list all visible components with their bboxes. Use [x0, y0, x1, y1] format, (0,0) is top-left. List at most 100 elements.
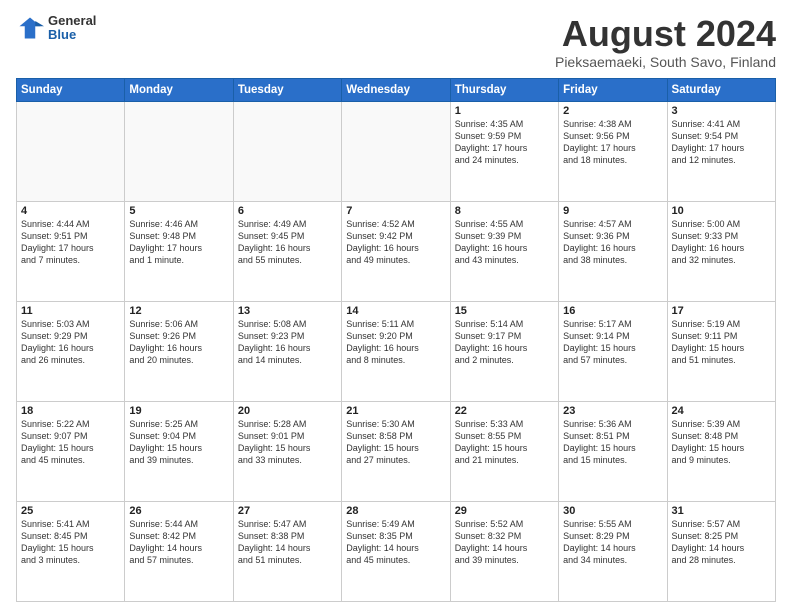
day-info: Sunrise: 5:11 AM Sunset: 9:20 PM Dayligh…: [346, 318, 445, 367]
day-info: Sunrise: 4:46 AM Sunset: 9:48 PM Dayligh…: [129, 218, 228, 267]
header-sunday: Sunday: [17, 78, 125, 101]
day-number: 1: [455, 105, 554, 117]
day-number: 9: [563, 205, 662, 217]
day-info: Sunrise: 5:39 AM Sunset: 8:48 PM Dayligh…: [672, 418, 771, 467]
day-info: Sunrise: 4:38 AM Sunset: 9:56 PM Dayligh…: [563, 118, 662, 167]
table-cell: 8Sunrise: 4:55 AM Sunset: 9:39 PM Daylig…: [450, 201, 558, 301]
logo-icon: [16, 14, 44, 42]
day-info: Sunrise: 4:55 AM Sunset: 9:39 PM Dayligh…: [455, 218, 554, 267]
day-info: Sunrise: 5:17 AM Sunset: 9:14 PM Dayligh…: [563, 318, 662, 367]
table-cell: 7Sunrise: 4:52 AM Sunset: 9:42 PM Daylig…: [342, 201, 450, 301]
table-cell: 23Sunrise: 5:36 AM Sunset: 8:51 PM Dayli…: [559, 401, 667, 501]
day-number: 24: [672, 405, 771, 417]
table-cell: [17, 101, 125, 201]
day-info: Sunrise: 5:33 AM Sunset: 8:55 PM Dayligh…: [455, 418, 554, 467]
day-info: Sunrise: 5:00 AM Sunset: 9:33 PM Dayligh…: [672, 218, 771, 267]
header-saturday: Saturday: [667, 78, 775, 101]
table-cell: 2Sunrise: 4:38 AM Sunset: 9:56 PM Daylig…: [559, 101, 667, 201]
table-cell: 20Sunrise: 5:28 AM Sunset: 9:01 PM Dayli…: [233, 401, 341, 501]
day-number: 5: [129, 205, 228, 217]
table-cell: 30Sunrise: 5:55 AM Sunset: 8:29 PM Dayli…: [559, 501, 667, 601]
day-info: Sunrise: 5:03 AM Sunset: 9:29 PM Dayligh…: [21, 318, 120, 367]
week-row-2: 4Sunrise: 4:44 AM Sunset: 9:51 PM Daylig…: [17, 201, 776, 301]
logo-text: General Blue: [48, 14, 96, 43]
table-cell: 13Sunrise: 5:08 AM Sunset: 9:23 PM Dayli…: [233, 301, 341, 401]
title-block: August 2024 Pieksaemaeki, South Savo, Fi…: [555, 14, 776, 70]
week-row-1: 1Sunrise: 4:35 AM Sunset: 9:59 PM Daylig…: [17, 101, 776, 201]
header-friday: Friday: [559, 78, 667, 101]
day-info: Sunrise: 5:25 AM Sunset: 9:04 PM Dayligh…: [129, 418, 228, 467]
day-number: 13: [238, 305, 337, 317]
day-number: 22: [455, 405, 554, 417]
header-wednesday: Wednesday: [342, 78, 450, 101]
day-info: Sunrise: 4:41 AM Sunset: 9:54 PM Dayligh…: [672, 118, 771, 167]
table-cell: 21Sunrise: 5:30 AM Sunset: 8:58 PM Dayli…: [342, 401, 450, 501]
table-cell: 16Sunrise: 5:17 AM Sunset: 9:14 PM Dayli…: [559, 301, 667, 401]
table-cell: 24Sunrise: 5:39 AM Sunset: 8:48 PM Dayli…: [667, 401, 775, 501]
subtitle: Pieksaemaeki, South Savo, Finland: [555, 54, 776, 70]
table-cell: 4Sunrise: 4:44 AM Sunset: 9:51 PM Daylig…: [17, 201, 125, 301]
day-number: 28: [346, 505, 445, 517]
day-info: Sunrise: 4:52 AM Sunset: 9:42 PM Dayligh…: [346, 218, 445, 267]
day-number: 26: [129, 505, 228, 517]
table-cell: 3Sunrise: 4:41 AM Sunset: 9:54 PM Daylig…: [667, 101, 775, 201]
calendar-header: SundayMondayTuesdayWednesdayThursdayFrid…: [17, 78, 776, 101]
day-number: 7: [346, 205, 445, 217]
day-info: Sunrise: 5:47 AM Sunset: 8:38 PM Dayligh…: [238, 518, 337, 567]
table-cell: 12Sunrise: 5:06 AM Sunset: 9:26 PM Dayli…: [125, 301, 233, 401]
table-cell: [125, 101, 233, 201]
day-number: 12: [129, 305, 228, 317]
day-info: Sunrise: 5:06 AM Sunset: 9:26 PM Dayligh…: [129, 318, 228, 367]
table-cell: [233, 101, 341, 201]
day-info: Sunrise: 5:30 AM Sunset: 8:58 PM Dayligh…: [346, 418, 445, 467]
day-info: Sunrise: 4:44 AM Sunset: 9:51 PM Dayligh…: [21, 218, 120, 267]
day-info: Sunrise: 5:44 AM Sunset: 8:42 PM Dayligh…: [129, 518, 228, 567]
day-info: Sunrise: 5:14 AM Sunset: 9:17 PM Dayligh…: [455, 318, 554, 367]
day-number: 27: [238, 505, 337, 517]
day-info: Sunrise: 4:49 AM Sunset: 9:45 PM Dayligh…: [238, 218, 337, 267]
header-thursday: Thursday: [450, 78, 558, 101]
day-info: Sunrise: 5:36 AM Sunset: 8:51 PM Dayligh…: [563, 418, 662, 467]
day-info: Sunrise: 5:41 AM Sunset: 8:45 PM Dayligh…: [21, 518, 120, 567]
page: General Blue August 2024 Pieksaemaeki, S…: [0, 0, 792, 612]
table-cell: 9Sunrise: 4:57 AM Sunset: 9:36 PM Daylig…: [559, 201, 667, 301]
table-cell: 14Sunrise: 5:11 AM Sunset: 9:20 PM Dayli…: [342, 301, 450, 401]
day-number: 2: [563, 105, 662, 117]
day-number: 17: [672, 305, 771, 317]
table-cell: 11Sunrise: 5:03 AM Sunset: 9:29 PM Dayli…: [17, 301, 125, 401]
day-number: 25: [21, 505, 120, 517]
day-info: Sunrise: 5:19 AM Sunset: 9:11 PM Dayligh…: [672, 318, 771, 367]
day-info: Sunrise: 5:55 AM Sunset: 8:29 PM Dayligh…: [563, 518, 662, 567]
day-number: 30: [563, 505, 662, 517]
day-info: Sunrise: 5:52 AM Sunset: 8:32 PM Dayligh…: [455, 518, 554, 567]
table-cell: 19Sunrise: 5:25 AM Sunset: 9:04 PM Dayli…: [125, 401, 233, 501]
table-cell: 17Sunrise: 5:19 AM Sunset: 9:11 PM Dayli…: [667, 301, 775, 401]
logo: General Blue: [16, 14, 96, 43]
day-number: 6: [238, 205, 337, 217]
table-cell: 22Sunrise: 5:33 AM Sunset: 8:55 PM Dayli…: [450, 401, 558, 501]
main-title: August 2024: [555, 14, 776, 54]
day-number: 10: [672, 205, 771, 217]
week-row-5: 25Sunrise: 5:41 AM Sunset: 8:45 PM Dayli…: [17, 501, 776, 601]
table-cell: 28Sunrise: 5:49 AM Sunset: 8:35 PM Dayli…: [342, 501, 450, 601]
calendar-table: SundayMondayTuesdayWednesdayThursdayFrid…: [16, 78, 776, 602]
day-info: Sunrise: 4:57 AM Sunset: 9:36 PM Dayligh…: [563, 218, 662, 267]
table-cell: 25Sunrise: 5:41 AM Sunset: 8:45 PM Dayli…: [17, 501, 125, 601]
table-cell: 15Sunrise: 5:14 AM Sunset: 9:17 PM Dayli…: [450, 301, 558, 401]
day-info: Sunrise: 5:28 AM Sunset: 9:01 PM Dayligh…: [238, 418, 337, 467]
logo-blue: Blue: [48, 28, 96, 42]
week-row-3: 11Sunrise: 5:03 AM Sunset: 9:29 PM Dayli…: [17, 301, 776, 401]
day-info: Sunrise: 5:08 AM Sunset: 9:23 PM Dayligh…: [238, 318, 337, 367]
header-tuesday: Tuesday: [233, 78, 341, 101]
day-number: 20: [238, 405, 337, 417]
day-number: 4: [21, 205, 120, 217]
day-info: Sunrise: 5:57 AM Sunset: 8:25 PM Dayligh…: [672, 518, 771, 567]
day-number: 14: [346, 305, 445, 317]
day-info: Sunrise: 5:49 AM Sunset: 8:35 PM Dayligh…: [346, 518, 445, 567]
day-info: Sunrise: 4:35 AM Sunset: 9:59 PM Dayligh…: [455, 118, 554, 167]
table-cell: 6Sunrise: 4:49 AM Sunset: 9:45 PM Daylig…: [233, 201, 341, 301]
table-cell: 18Sunrise: 5:22 AM Sunset: 9:07 PM Dayli…: [17, 401, 125, 501]
header-monday: Monday: [125, 78, 233, 101]
day-number: 11: [21, 305, 120, 317]
header: General Blue August 2024 Pieksaemaeki, S…: [16, 14, 776, 70]
